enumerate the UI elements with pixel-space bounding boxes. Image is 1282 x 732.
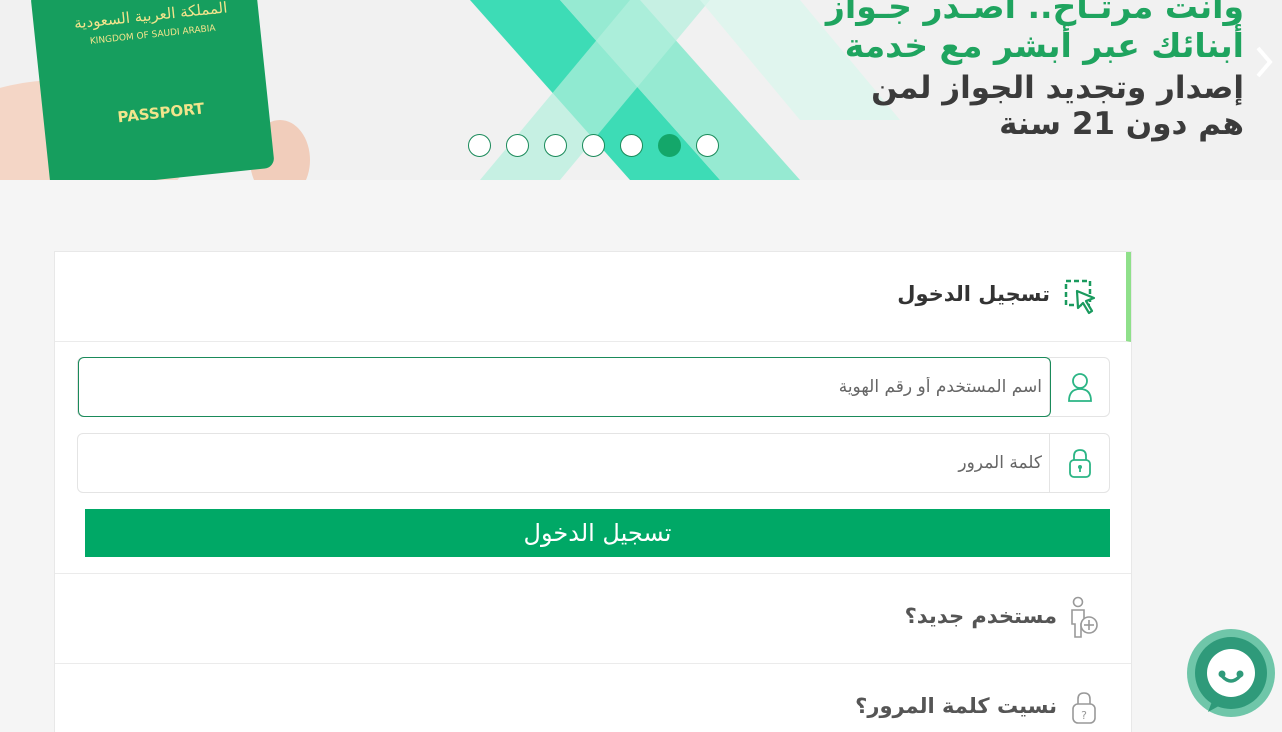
promo-banner: المملكة العربية السعودية KINGDOM OF SAUD… xyxy=(0,0,1282,180)
carousel-dot[interactable] xyxy=(544,134,567,157)
banner-line-2: أبنائك عبر أبشر مع خدمة xyxy=(844,25,1244,65)
carousel-dot[interactable] xyxy=(506,134,529,157)
password-field xyxy=(77,433,1110,493)
username-field xyxy=(77,357,1110,417)
user-icon xyxy=(1049,358,1109,416)
password-input[interactable] xyxy=(78,433,1051,493)
carousel-dots xyxy=(468,134,719,157)
forgot-password-label: نسيت كلمة المرور؟ xyxy=(855,694,1057,718)
banner-line-4: هم دون 21 سنة xyxy=(999,106,1244,143)
passport-label: PASSPORT xyxy=(116,99,206,127)
login-title: تسجيل الدخول xyxy=(897,282,1050,306)
carousel-dot[interactable] xyxy=(468,134,491,157)
carousel-dot[interactable] xyxy=(696,134,719,157)
carousel-dot[interactable] xyxy=(658,134,681,157)
svg-text:?: ? xyxy=(1081,709,1087,722)
lock-question-icon: ? xyxy=(1072,692,1096,724)
lock-icon xyxy=(1049,434,1109,492)
carousel-dot[interactable] xyxy=(582,134,605,157)
passport: المملكة العربية السعودية KINGDOM OF SAUD… xyxy=(50,0,267,180)
new-user-label: مستخدم جديد؟ xyxy=(904,604,1057,628)
new-user-link[interactable]: مستخدم جديد؟ xyxy=(55,573,1131,663)
cursor-select-icon xyxy=(1064,279,1096,315)
add-user-icon xyxy=(1071,596,1098,638)
next-slide-icon[interactable] xyxy=(1254,42,1274,82)
login-button[interactable]: تسجيل الدخول xyxy=(85,509,1110,557)
username-input[interactable] xyxy=(78,357,1051,417)
banner-line-3: إصدار وتجديد الجواز لمن xyxy=(871,69,1244,106)
carousel-dot[interactable] xyxy=(620,134,643,157)
login-panel: تسجيل الدخول تسجيل الدخول مستخدم جدي xyxy=(54,251,1132,732)
banner-line-1: وانت مرتـاح.. أصـدر جـواز xyxy=(825,0,1244,26)
banner-headline: وانت مرتـاح.. أصـدر جـواز أبنائك عبر أبش… xyxy=(826,0,1244,143)
chat-assistant-icon[interactable] xyxy=(1186,628,1276,718)
login-header: تسجيل الدخول xyxy=(55,252,1131,342)
forgot-password-link[interactable]: نسيت كلمة المرور؟ ? xyxy=(55,663,1131,732)
